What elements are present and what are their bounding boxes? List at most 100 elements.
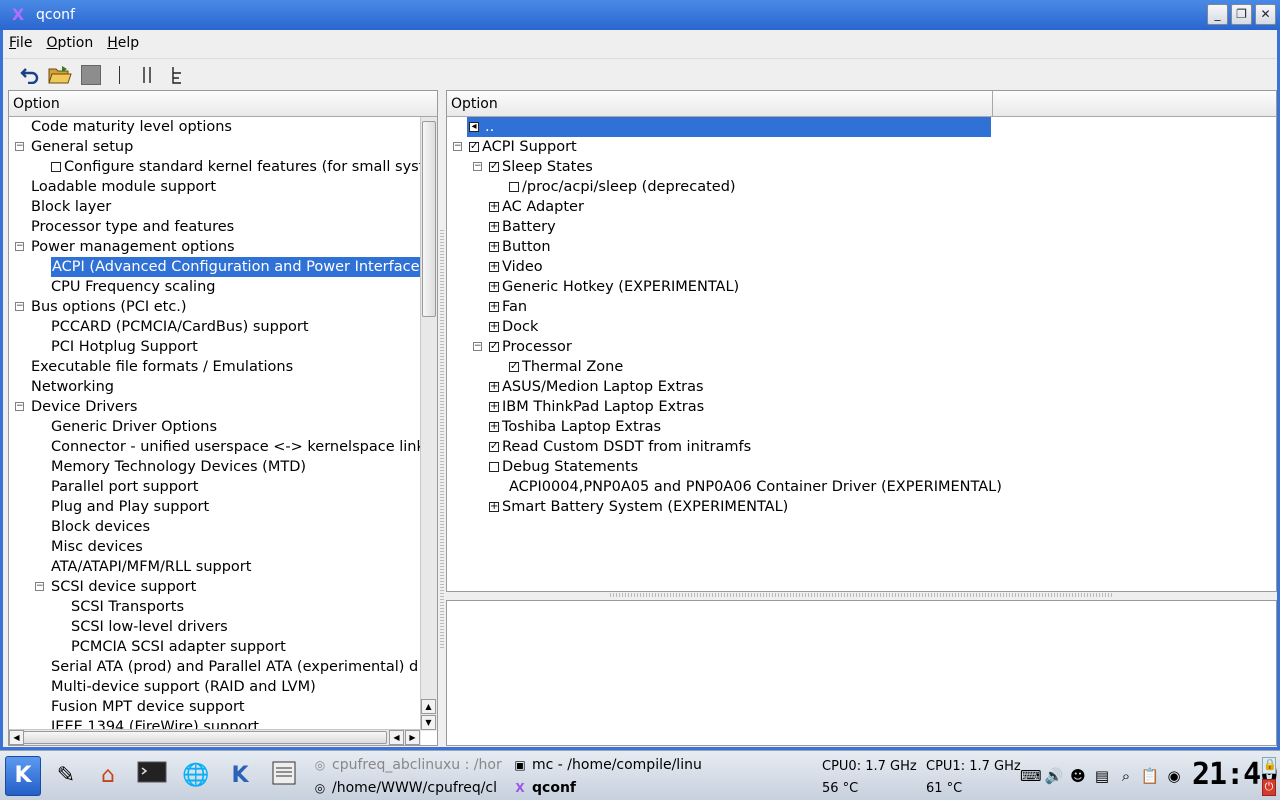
- kde-help-icon[interactable]: K: [224, 760, 256, 792]
- tree-row[interactable]: Configure standard kernel features (for …: [9, 157, 421, 177]
- tree-row[interactable]: − ✓ Processor: [447, 337, 1276, 357]
- menu-expand-box-icon[interactable]: +: [489, 302, 499, 312]
- scroll-right-arrow-icon[interactable]: ▶: [405, 730, 420, 745]
- users-icon[interactable]: ☻: [1068, 765, 1088, 787]
- collapse-icon[interactable]: −: [473, 342, 482, 351]
- tree-row[interactable]: + AC Adapter: [447, 197, 1276, 217]
- full-view-icon[interactable]: [164, 62, 190, 88]
- home-folder-icon[interactable]: ⌂: [92, 760, 124, 792]
- menu-help[interactable]: Help: [107, 35, 139, 51]
- horizontal-splitter[interactable]: [610, 593, 1112, 597]
- task-cpufreq-abclinuxu[interactable]: ◎ cpufreq_abclinuxu : /hor: [312, 754, 512, 776]
- collapse-icon[interactable]: −: [15, 142, 24, 151]
- right-column-header[interactable]: Option: [447, 91, 993, 117]
- checked-checkbox-icon[interactable]: ✓: [489, 442, 499, 452]
- tree-row[interactable]: ACPI0004,PNP0A05 and PNP0A06 Container D…: [447, 477, 1276, 497]
- globe-icon[interactable]: 🌐: [180, 760, 212, 792]
- task-mc[interactable]: ▣ mc - /home/compile/linu: [512, 754, 712, 776]
- tree-row[interactable]: + ASUS/Medion Laptop Extras: [447, 377, 1276, 397]
- tree-row[interactable]: Networking: [9, 377, 421, 397]
- tree-row[interactable]: ATA/ATAPI/MFM/RLL support: [9, 557, 421, 577]
- tree-row[interactable]: − ✓ Sleep States: [447, 157, 1276, 177]
- tree-row[interactable]: + Smart Battery System (EXPERIMENTAL): [447, 497, 1276, 517]
- task-qconf[interactable]: Xqconf: [512, 777, 712, 799]
- tree-row[interactable]: Code maturity level options: [9, 117, 421, 137]
- restore-button[interactable]: ❐: [1231, 4, 1252, 25]
- tree-row[interactable]: Plug and Play support: [9, 497, 421, 517]
- scroll-left-arrow-icon[interactable]: ◀: [9, 730, 24, 745]
- tree-row[interactable]: + Video: [447, 257, 1276, 277]
- checked-checkbox-icon[interactable]: ✓: [469, 142, 479, 152]
- terminal-icon[interactable]: [136, 760, 168, 792]
- tree-row[interactable]: − Device Drivers: [9, 397, 421, 417]
- lock-screen-icon[interactable]: 🔒: [1262, 757, 1277, 774]
- scroll-down-arrow-icon[interactable]: ▼: [421, 715, 436, 730]
- notes-icon[interactable]: ✎: [50, 760, 82, 792]
- back-arrow-box-icon[interactable]: ◂: [469, 122, 479, 132]
- tree-row[interactable]: PCMCIA SCSI adapter support: [9, 637, 421, 657]
- vertical-splitter[interactable]: [440, 230, 444, 650]
- tree-row[interactable]: /proc/acpi/sleep (deprecated): [447, 177, 1276, 197]
- option-list-pane[interactable]: Option ◂.. − ✓ ACPI Support − ✓ Sleep States/p…: [446, 90, 1277, 592]
- tree-row[interactable]: + Fan: [447, 297, 1276, 317]
- tree-row[interactable]: Block layer: [9, 197, 421, 217]
- menu-expand-box-icon[interactable]: +: [489, 242, 499, 252]
- tree-row[interactable]: ◂..: [447, 117, 1276, 137]
- tree-row[interactable]: Parallel port support: [9, 477, 421, 497]
- left-vertical-scrollbar[interactable]: ▲ ▼: [420, 117, 437, 731]
- config-tree[interactable]: Code maturity level options − General setu…: [9, 117, 421, 731]
- wallet-icon[interactable]: ▤: [1092, 765, 1112, 787]
- tree-row[interactable]: Generic Driver Options: [9, 417, 421, 437]
- tree-row[interactable]: PCCARD (PCMCIA/CardBus) support: [9, 317, 421, 337]
- undo-arrow-icon[interactable]: [17, 62, 43, 88]
- collapse-icon[interactable]: −: [15, 302, 24, 311]
- option-list[interactable]: ◂.. − ✓ ACPI Support − ✓ Sleep States/proc/acp…: [447, 117, 1276, 517]
- clipboard-icon[interactable]: 📋: [1140, 765, 1160, 787]
- menu-expand-box-icon[interactable]: +: [489, 422, 499, 432]
- tree-row[interactable]: Memory Technology Devices (MTD): [9, 457, 421, 477]
- unchecked-checkbox-icon[interactable]: [51, 162, 61, 172]
- menu-expand-box-icon[interactable]: +: [489, 282, 499, 292]
- tree-row[interactable]: Connector - unified userspace <-> kernel…: [9, 437, 421, 457]
- split-view-icon[interactable]: [134, 62, 160, 88]
- tree-row[interactable]: − Power management options: [9, 237, 421, 257]
- tree-row[interactable]: + Generic Hotkey (EXPERIMENTAL): [447, 277, 1276, 297]
- close-button[interactable]: ✕: [1255, 4, 1276, 25]
- unchecked-checkbox-icon[interactable]: [489, 462, 499, 472]
- left-horizontal-scroll-thumb[interactable]: [23, 731, 387, 744]
- kde-menu-button[interactable]: K: [5, 756, 41, 796]
- tree-row[interactable]: ACPI (Advanced Configuration and Power I…: [9, 257, 421, 277]
- tree-row[interactable]: Processor type and features: [9, 217, 421, 237]
- menu-option[interactable]: Option: [46, 35, 93, 51]
- tree-row[interactable]: Loadable module support: [9, 177, 421, 197]
- menu-expand-box-icon[interactable]: +: [489, 382, 499, 392]
- tree-row[interactable]: + Battery: [447, 217, 1276, 237]
- tree-row[interactable]: ✓ Read Custom DSDT from initramfs: [447, 437, 1276, 457]
- keyboard-icon[interactable]: ⌨: [1020, 765, 1042, 787]
- tree-row[interactable]: Block devices: [9, 517, 421, 537]
- single-view-icon[interactable]: [119, 65, 120, 84]
- logout-icon[interactable]: ⏻: [1262, 779, 1276, 796]
- config-tree-pane[interactable]: Option Code maturity level options − Gener…: [8, 90, 438, 746]
- unchecked-checkbox-icon[interactable]: [509, 182, 519, 192]
- open-folder-icon[interactable]: [47, 62, 73, 88]
- tree-row[interactable]: SCSI low-level drivers: [9, 617, 421, 637]
- network-icon[interactable]: ◉: [1164, 765, 1184, 787]
- file-manager-icon[interactable]: [268, 760, 300, 792]
- tree-row[interactable]: SCSI Transports: [9, 597, 421, 617]
- menu-expand-box-icon[interactable]: +: [489, 222, 499, 232]
- tree-row[interactable]: + Button: [447, 237, 1276, 257]
- menu-file[interactable]: File: [9, 35, 32, 51]
- volume-icon[interactable]: 🔊: [1044, 765, 1064, 787]
- tree-row[interactable]: Debug Statements: [447, 457, 1276, 477]
- left-horizontal-scrollbar[interactable]: ◀ ◀ ▶: [9, 729, 421, 745]
- tree-row[interactable]: Serial ATA (prod) and Parallel ATA (expe…: [9, 657, 421, 677]
- menu-expand-box-icon[interactable]: +: [489, 322, 499, 332]
- tree-row[interactable]: Executable file formats / Emulations: [9, 357, 421, 377]
- tree-row[interactable]: Misc devices: [9, 537, 421, 557]
- menu-expand-box-icon[interactable]: +: [489, 402, 499, 412]
- right-value-column-header[interactable]: [993, 91, 1276, 117]
- tree-row[interactable]: + Dock: [447, 317, 1276, 337]
- tree-row[interactable]: − SCSI device support: [9, 577, 421, 597]
- scroll-up-arrow-icon[interactable]: ▲: [421, 699, 436, 714]
